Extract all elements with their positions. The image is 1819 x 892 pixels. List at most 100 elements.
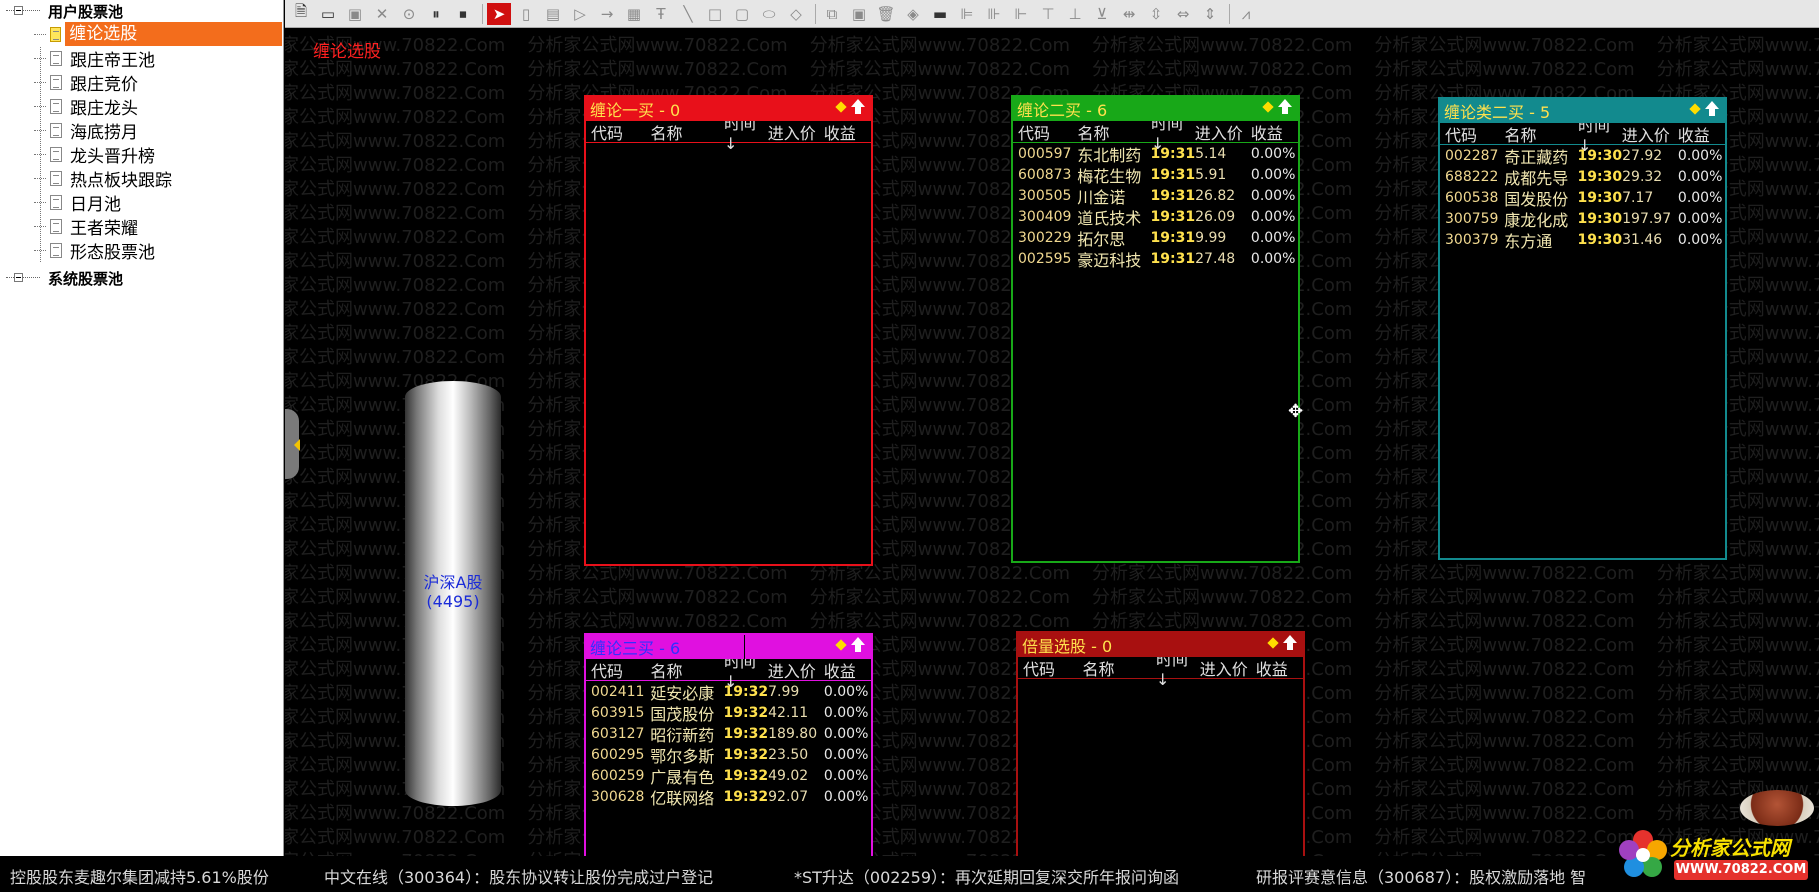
- tree-item-xingtai[interactable]: 形态股票池: [34, 238, 282, 263]
- col-code[interactable]: 代码: [1023, 656, 1083, 680]
- pointer-select-icon[interactable]: ➤: [487, 2, 511, 25]
- panel-header[interactable]: 缠论二买 - 6: [1013, 97, 1298, 121]
- panel-chanlun-2buy[interactable]: 缠论二买 - 6 代码 名称 时间↓ 进入价 收益 000597 东北制药 19:3…: [1011, 95, 1300, 563]
- table-row[interactable]: 002411 延安必康 19:32 7.99 0.00%: [586, 681, 871, 703]
- col-code[interactable]: 代码: [591, 658, 651, 682]
- pause-icon[interactable]: ⏸: [424, 3, 448, 25]
- panel-beiliang[interactable]: 倍量选股 - 0 代码 名称 时间↓ 进入价 收益: [1016, 631, 1305, 856]
- table-row[interactable]: 688222 成都先导 19:30 29.32 0.00%: [1440, 166, 1725, 188]
- tree-item-redian-bankuai[interactable]: 热点板块跟踪: [34, 166, 282, 191]
- up-arrow-icon[interactable]: [851, 99, 865, 115]
- col-name[interactable]: 名称: [651, 658, 725, 682]
- copy-icon[interactable]: ⧉: [820, 3, 844, 25]
- delete-icon[interactable]: ✕: [370, 3, 394, 25]
- tree-item-chanlun[interactable]: 缠论选股: [34, 22, 282, 46]
- ticker-item[interactable]: 中文在线（300364）：股东协议转让股份完成过户登记: [324, 864, 713, 888]
- table-icon[interactable]: ▤: [541, 3, 565, 25]
- col-price[interactable]: 进入价: [1195, 120, 1251, 144]
- diamond-icon[interactable]: [1267, 637, 1279, 649]
- table-row[interactable]: 600873 梅花生物 19:31 5.91 0.00%: [1013, 164, 1298, 186]
- col-return[interactable]: 收益: [1256, 656, 1303, 680]
- distribute-v-icon[interactable]: ⇳: [1144, 3, 1168, 25]
- panel-header[interactable]: 缠论一买 - 0: [586, 97, 871, 121]
- align-left-icon[interactable]: ⊫: [955, 3, 979, 25]
- panel-chanlun-class2buy[interactable]: 缠论类二买 - 5 代码 名称 时间↓ 进入价 收益 002287 奇正藏药 19:…: [1438, 97, 1727, 560]
- stop-icon[interactable]: ⏹: [451, 3, 475, 25]
- table-row[interactable]: 600259 广晟有色 19:32 49.02 0.00%: [586, 765, 871, 787]
- col-return[interactable]: 收益: [824, 658, 871, 682]
- tree-item-genzhuang-diwang[interactable]: 跟庄帝王池: [34, 46, 282, 71]
- up-arrow-icon[interactable]: [851, 637, 865, 653]
- col-return[interactable]: 收益: [824, 120, 871, 144]
- align-right-icon[interactable]: ⊩: [1009, 3, 1033, 25]
- line-icon[interactable]: ╲: [676, 3, 700, 25]
- tree-item-riyue[interactable]: 日月池: [34, 190, 282, 215]
- tree-item-genzhuang-longtou[interactable]: 跟庄龙头: [34, 94, 282, 119]
- diamond-icon[interactable]: [1689, 103, 1701, 115]
- align-top-icon[interactable]: ⊤: [1036, 3, 1060, 25]
- same-height-icon[interactable]: ⇕: [1198, 3, 1222, 25]
- stock-universe-node[interactable]: 沪深A股 (4495): [405, 381, 501, 806]
- table-row[interactable]: 300759 康龙化成 19:30 197.97 0.00%: [1440, 208, 1725, 230]
- diamond-icon[interactable]: [1262, 101, 1274, 113]
- play-icon[interactable]: ⊙: [397, 3, 421, 25]
- text-icon[interactable]: Ŧ: [649, 3, 673, 25]
- ellipse-icon[interactable]: ⬭: [757, 3, 781, 25]
- up-arrow-icon[interactable]: [1278, 99, 1292, 115]
- table-row[interactable]: 603915 国茂股份 19:32 42.11 0.00%: [586, 702, 871, 724]
- table-row[interactable]: 300409 道氏技术 19:31 26.09 0.00%: [1013, 206, 1298, 228]
- rounded-rect-icon[interactable]: ▢: [730, 3, 754, 25]
- rectangle-icon[interactable]: □: [703, 3, 727, 25]
- tree-item-genzhuang-jingjia[interactable]: 跟庄竞价: [34, 70, 282, 95]
- col-name[interactable]: 名称: [1505, 122, 1579, 146]
- table-row[interactable]: 000597 东北制药 19:31 5.14 0.00%: [1013, 143, 1298, 165]
- align-bottom-icon[interactable]: ⊻: [1090, 3, 1114, 25]
- table-row[interactable]: 300379 东方通 19:30 31.46 0.00%: [1440, 229, 1725, 251]
- panel-header[interactable]: 缠论三买 - 6: [586, 635, 871, 659]
- align-center-icon[interactable]: ⊪: [982, 3, 1006, 25]
- collapse-toggle-icon[interactable]: [4, 6, 42, 16]
- table-row[interactable]: 002287 奇正藏药 19:30 27.92 0.00%: [1440, 145, 1725, 167]
- diamond-icon[interactable]: [835, 101, 847, 113]
- table-row[interactable]: 300628 亿联网络 19:32 92.07 0.00%: [586, 786, 871, 808]
- panel-header[interactable]: 倍量选股 - 0: [1018, 633, 1303, 657]
- rounded-box-icon[interactable]: ▯: [514, 3, 538, 25]
- distribute-h-icon[interactable]: ⇹: [1117, 3, 1141, 25]
- line-style-icon[interactable]: ▬: [928, 3, 952, 25]
- panel-chanlun-3buy[interactable]: 缠论三买 - 6 代码 名称 时间↓ 进入价 收益 002411 延安必康 19:3…: [584, 633, 873, 856]
- col-name[interactable]: 名称: [651, 120, 725, 144]
- col-price[interactable]: 进入价: [768, 120, 824, 144]
- fill-icon[interactable]: ◈: [901, 3, 925, 25]
- arrow-connector-icon[interactable]: →: [595, 3, 619, 25]
- save-icon[interactable]: ▣: [343, 3, 367, 25]
- up-arrow-icon[interactable]: [1705, 101, 1719, 117]
- align-middle-icon[interactable]: ⊥: [1063, 3, 1087, 25]
- open-folder-icon[interactable]: ▭: [316, 3, 340, 25]
- table-row[interactable]: 600538 国发股份 19:30 7.17 0.00%: [1440, 187, 1725, 209]
- same-width-icon[interactable]: ⇔: [1171, 3, 1195, 25]
- tree-item-haidi-laoyue[interactable]: 海底捞月: [34, 118, 282, 143]
- grid-icon[interactable]: ▦: [622, 3, 646, 25]
- col-price[interactable]: 进入价: [1622, 122, 1678, 146]
- table-row[interactable]: 300505 川金诺 19:31 26.82 0.00%: [1013, 185, 1298, 207]
- table-row[interactable]: 600295 鄂尔多斯 19:32 23.50 0.00%: [586, 744, 871, 766]
- triangle-icon[interactable]: ▷: [568, 3, 592, 25]
- table-row[interactable]: 603127 昭衍新药 19:32 189.80 0.00%: [586, 723, 871, 745]
- col-name[interactable]: 名称: [1083, 656, 1157, 680]
- ticker-item[interactable]: 控股股东麦趣尔集团减持5.61%股份: [10, 864, 269, 888]
- col-price[interactable]: 进入价: [768, 658, 824, 682]
- panel-chanlun-1buy[interactable]: 缠论一买 - 0 代码 名称 时间↓ 进入价 收益: [584, 95, 873, 566]
- new-file-icon[interactable]: 🗎: [289, 2, 313, 25]
- tree-item-wangzhe[interactable]: 王者荣耀: [34, 214, 282, 239]
- col-code[interactable]: 代码: [591, 120, 651, 144]
- chart-icon[interactable]: ⩘: [1234, 3, 1258, 25]
- col-name[interactable]: 名称: [1078, 120, 1152, 144]
- ticker-item[interactable]: *ST升达（002259）：再次延期回复深交所年报问询函: [794, 864, 1179, 888]
- up-arrow-icon[interactable]: [1283, 635, 1297, 651]
- tree-item-longtou-jinsheng[interactable]: 龙头晋升榜: [34, 142, 282, 167]
- table-row[interactable]: 300229 拓尔思 19:31 9.99 0.00%: [1013, 227, 1298, 249]
- table-row[interactable]: 002595 豪迈科技 19:31 27.48 0.00%: [1013, 248, 1298, 270]
- col-code[interactable]: 代码: [1445, 122, 1505, 146]
- diamond-shape-icon[interactable]: ◇: [784, 3, 808, 25]
- col-return[interactable]: 收益: [1678, 122, 1725, 146]
